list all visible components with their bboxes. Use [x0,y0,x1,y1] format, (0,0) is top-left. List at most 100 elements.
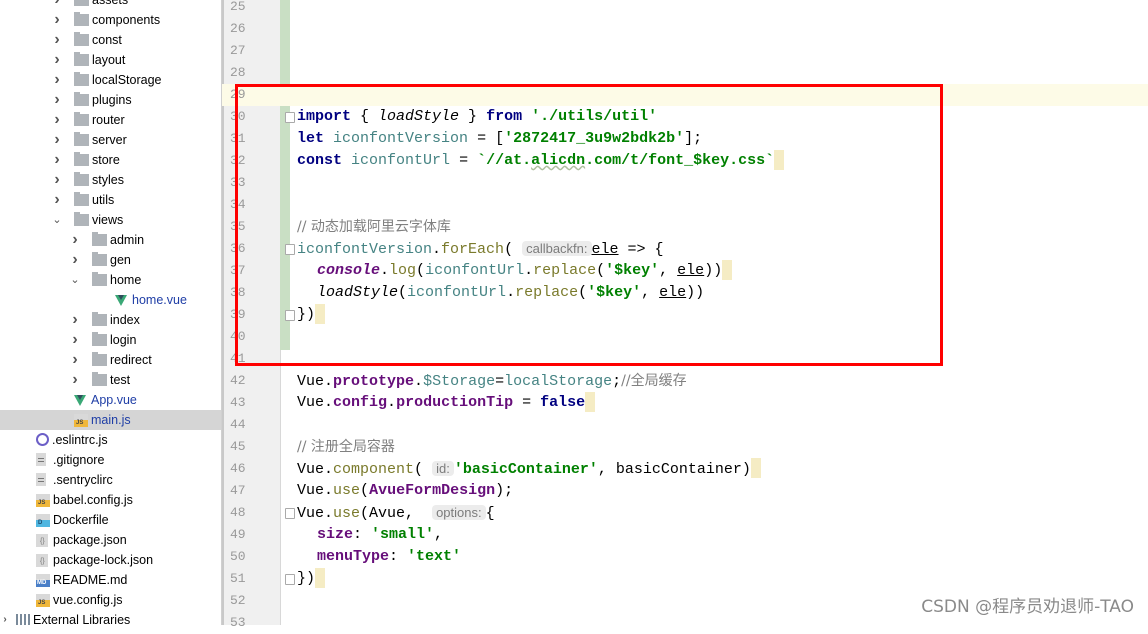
chevron-right-icon[interactable]: › [52,90,62,110]
code-line[interactable]: 27 [222,40,1148,62]
code-line[interactable]: 39}) [222,304,1148,326]
tree-item-plugins[interactable]: › plugins [0,90,221,110]
code-line[interactable]: 38 loadStyle(iconfontUrl.replace('$key', … [222,282,1148,304]
chevron-down-icon[interactable]: ⌄ [52,210,62,230]
chevron-right-icon[interactable]: › [52,110,62,130]
tree-item-main-js[interactable]: main.js [0,410,221,430]
code-line[interactable]: 32 const iconfontUrl = `//at.alicdn.com/t… [222,150,1148,172]
code-line[interactable]: 33 [222,172,1148,194]
tree-item-babel-config-js[interactable]: babel.config.js [0,490,221,510]
fold-toggle-icon[interactable] [285,574,295,585]
tree-item-app-vue[interactable]: App.vue [0,390,221,410]
tree-item-const[interactable]: › const [0,30,221,50]
code-line[interactable]: 47 Vue.use(AvueFormDesign); [222,480,1148,502]
tree-item-dockerfile[interactable]: Dockerfile [0,510,221,530]
code-token: . [414,373,424,390]
tree-item-package-json[interactable]: package.json [0,530,221,550]
code-line[interactable]: 41 [222,348,1148,370]
tree-item-redirect[interactable]: › redirect [0,350,221,370]
chevron-right-icon[interactable]: › [70,310,80,330]
tree-item-label: App.vue [91,393,137,407]
code-line[interactable]: 31 let iconfontVersion = ['2872417_3u9w2b… [222,128,1148,150]
tree-item-layout[interactable]: › layout [0,50,221,70]
chevron-right-icon[interactable]: › [70,330,80,350]
chevron-down-icon[interactable]: ⌄ [70,270,80,290]
code-token: loadStyle [317,284,399,301]
tree-item-eslintrc-js[interactable]: .eslintrc.js [0,430,221,450]
chevron-right-icon[interactable]: › [70,370,80,390]
tree-item-sentryclirc[interactable]: .sentryclirc [0,470,221,490]
chevron-right-icon[interactable]: › [52,30,62,50]
fold-toggle-icon[interactable] [285,112,295,123]
fold-toggle-icon[interactable] [285,508,295,519]
code-line[interactable]: 37 console.log(iconfontUrl.replace('$key'… [222,260,1148,282]
fold-toggle-icon[interactable] [285,244,295,255]
tree-item-views[interactable]: ⌄ views [0,210,221,230]
tree-item-components[interactable]: › components [0,10,221,30]
code-editor[interactable]: 25 26 27 28 29 30 import { loadStyle } from '.… [222,0,1148,630]
tree-item-localstorage[interactable]: › localStorage [0,70,221,90]
code-line[interactable]: 36 iconfontVersion.forEach( callbackfn: el… [222,238,1148,260]
tree-item-login[interactable]: › login [0,330,221,350]
code-line[interactable]: 44 [222,414,1148,436]
code-text: // 注册全局容器 [297,436,395,459]
tree-item-label: styles [92,173,124,187]
chevron-right-icon[interactable]: › [70,350,80,370]
chevron-right-icon[interactable]: › [52,70,62,90]
code-line[interactable]: 42 Vue.prototype.$Storage=localStorage;//… [222,370,1148,392]
chevron-right-icon[interactable]: › [52,150,62,170]
code-line[interactable]: 25 [222,0,1148,18]
line-number: 36 [230,241,246,256]
chevron-right-icon[interactable]: › [70,230,80,250]
code-line[interactable]: 50 menuType: 'text' [222,546,1148,568]
code-line[interactable]: 45 // 注册全局容器 [222,436,1148,458]
code-token: use [333,505,361,522]
chevron-right-icon[interactable]: › [52,50,62,70]
code-line[interactable]: 28 [222,62,1148,84]
tree-item-admin[interactable]: › admin [0,230,221,250]
code-line[interactable]: 29 [222,84,1148,106]
tree-item-readme-md[interactable]: README.md [0,570,221,590]
folder-icon [74,172,89,186]
chevron-right-icon[interactable]: › [52,190,62,210]
tree-item-label: package.json [53,533,127,547]
code-token: const [297,152,343,169]
tree-item-gen[interactable]: › gen [0,250,221,270]
tree-item-assets[interactable]: › assets [0,0,221,10]
code-token: }) [297,570,316,587]
tree-item-home-vue[interactable]: home.vue [0,290,221,310]
code-line[interactable]: 46 Vue.component( id:'basicContainer', ba… [222,458,1148,480]
tree-item-package-lock-json[interactable]: package-lock.json [0,550,221,570]
chevron-right-icon[interactable]: › [52,0,62,10]
code-token: ]; [684,130,703,147]
tree-item-home[interactable]: ⌄ home [0,270,221,290]
tree-item-test[interactable]: › test [0,370,221,390]
code-line[interactable]: 26 [222,18,1148,40]
code-line[interactable]: 40 [222,326,1148,348]
tree-item-gitignore[interactable]: .gitignore [0,450,221,470]
code-line[interactable]: 51}) [222,568,1148,590]
chevron-right-icon[interactable]: › [52,170,62,190]
code-line[interactable]: 43 Vue.config.productionTip = false [222,392,1148,414]
tree-item-utils[interactable]: › utils [0,190,221,210]
chevron-right-icon[interactable]: › [52,10,62,30]
chevron-right-icon[interactable]: › [70,250,80,270]
code-line[interactable]: 34 [222,194,1148,216]
code-token: } [459,108,487,125]
chevron-right-icon[interactable]: › [0,610,10,625]
tree-item-store[interactable]: › store [0,150,221,170]
tree-item-router[interactable]: › router [0,110,221,130]
tree-item-index[interactable]: › index [0,310,221,330]
chevron-right-icon[interactable]: › [52,130,62,150]
tree-item-styles[interactable]: › styles [0,170,221,190]
fold-toggle-icon[interactable] [285,310,295,321]
tree-item-vue-config-js[interactable]: vue.config.js [0,590,221,610]
code-line[interactable]: 35 // 动态加载阿里云字体库 [222,216,1148,238]
code-line[interactable]: 49 size: 'small', [222,524,1148,546]
folder-icon [74,72,89,86]
tree-item-server[interactable]: › server [0,130,221,150]
code-line[interactable]: 30 import { loadStyle } from './utils/uti… [222,106,1148,128]
tree-item-external-libraries[interactable]: › External Libraries [0,610,221,625]
code-line[interactable]: 48 Vue.use(Avue, options:{ [222,502,1148,524]
tree-item-label: gen [110,253,131,267]
